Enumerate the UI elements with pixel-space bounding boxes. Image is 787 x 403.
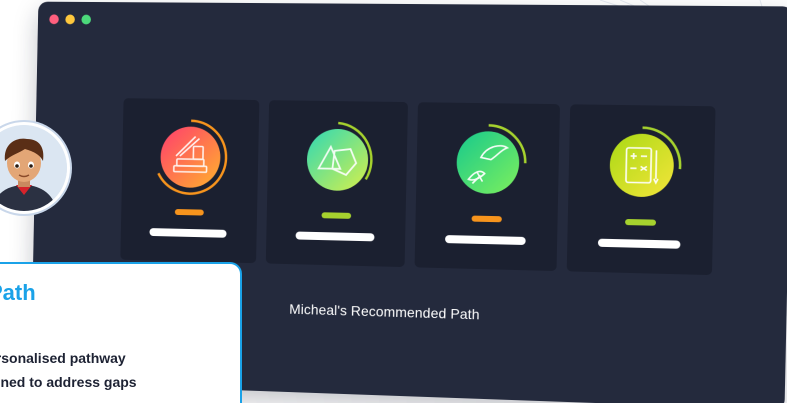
window-controls xyxy=(49,14,92,25)
literacy-books-icon xyxy=(150,116,231,198)
path-card-2[interactable] xyxy=(265,100,409,268)
recommended-path-title: Micheal's Recommended Path xyxy=(289,300,480,323)
card-accent-bar xyxy=(625,218,657,226)
card-title-placeholder xyxy=(149,228,227,238)
path-card-4[interactable] xyxy=(566,104,716,276)
card-accent-bar xyxy=(471,215,502,223)
info-card-description: ersonalised pathway igned to address gap… xyxy=(0,346,137,394)
math-calculator-icon xyxy=(599,123,685,208)
stage: Micheal's Recommended Path Path ersonali… xyxy=(0,0,787,403)
path-card-1[interactable] xyxy=(120,98,260,264)
shapes-geometry-icon xyxy=(296,118,378,201)
card-title-placeholder xyxy=(597,238,681,249)
info-line-2: igned to address gaps xyxy=(0,374,137,390)
nature-science-icon xyxy=(446,121,530,205)
card-accent-bar xyxy=(321,212,352,219)
card-title-placeholder xyxy=(295,231,375,242)
card-accent-bar xyxy=(174,209,204,216)
info-card-title: Path xyxy=(0,280,36,305)
maximize-window-dot[interactable] xyxy=(81,14,92,25)
path-card-3[interactable] xyxy=(414,102,561,272)
recommended-path-cards xyxy=(120,98,716,276)
path-info-card: Path ersonalised pathway igned to addres… xyxy=(0,262,242,403)
card-title-placeholder xyxy=(445,235,526,246)
info-line-1: ersonalised pathway xyxy=(0,350,126,366)
close-window-dot[interactable] xyxy=(49,14,59,25)
minimize-window-dot[interactable] xyxy=(65,14,75,25)
